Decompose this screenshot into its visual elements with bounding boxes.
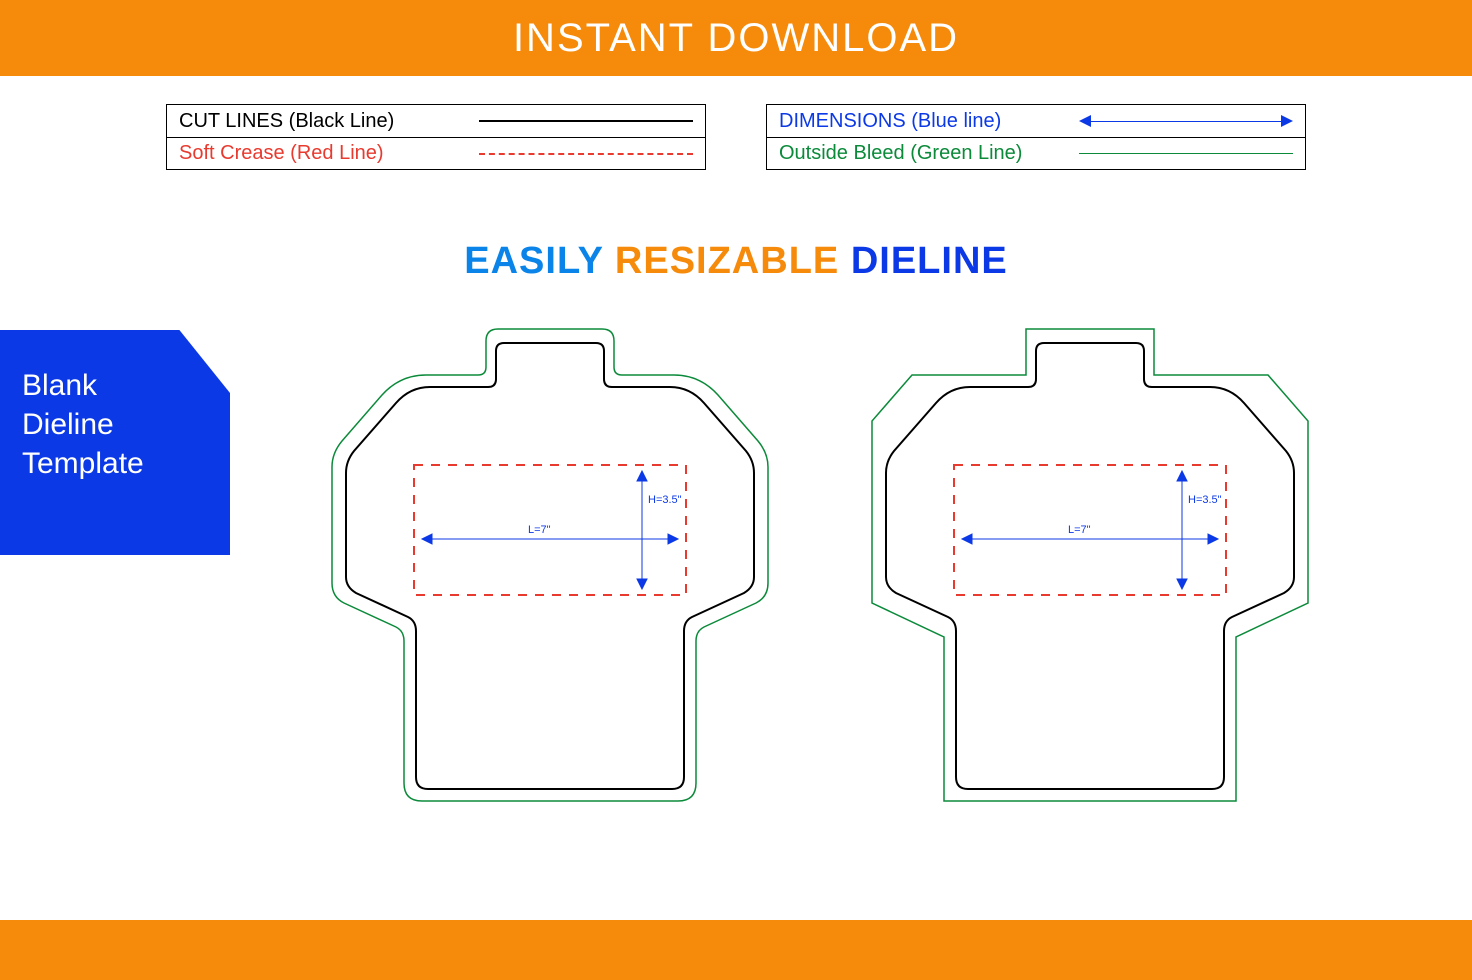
dim-height-label: H=3.5" (648, 494, 682, 506)
bleed-outline-icon (332, 329, 768, 801)
dieline-right: L=7" H=3.5" (870, 325, 1310, 805)
dimension-height (637, 471, 647, 589)
legend-label-dim: DIMENSIONS (Blue line) (779, 110, 1079, 133)
legend-label-crease: Soft Crease (Red Line) (179, 142, 479, 165)
subtitle-word-3: DIELINE (851, 240, 1008, 282)
side-badge-line2: Dieline (22, 408, 114, 441)
subtitle: EASILY RESIZABLE DIELINE (0, 240, 1472, 283)
top-banner: INSTANT DOWNLOAD (0, 0, 1472, 76)
legend-sample-dim (1079, 105, 1293, 137)
legend-left: CUT LINES (Black Line) Soft Crease (Red … (166, 104, 706, 170)
legend-sample-crease (479, 138, 693, 169)
dimension-height (1177, 471, 1187, 589)
legend-sample-cut (479, 105, 693, 137)
side-badge-line1: Blank (22, 369, 97, 402)
legend-label-cut: CUT LINES (Black Line) (179, 110, 479, 133)
dim-length-label: L=7" (528, 524, 551, 536)
cut-outline-icon (346, 343, 754, 789)
cut-outline-icon (886, 343, 1294, 789)
legend-label-bleed: Outside Bleed (Green Line) (779, 142, 1079, 165)
dim-height-label: H=3.5" (1188, 494, 1222, 506)
bottom-banner (0, 920, 1472, 980)
bleed-outline-icon (872, 329, 1308, 801)
legend-right: DIMENSIONS (Blue line) Outside Bleed (Gr… (766, 104, 1306, 170)
dieline-left: L=7" H=3.5" (330, 325, 770, 805)
dim-length-label: L=7" (1068, 524, 1091, 536)
legend-row-dim: DIMENSIONS (Blue line) (767, 105, 1305, 137)
side-badge-line3: Template (22, 447, 144, 480)
legend-row-crease: Soft Crease (Red Line) (167, 137, 705, 169)
side-badge: Blank Dieline Template (0, 330, 230, 555)
legend-row-bleed: Outside Bleed (Green Line) (767, 137, 1305, 169)
legend: CUT LINES (Black Line) Soft Crease (Red … (0, 104, 1472, 170)
diagrams: L=7" H=3.5" L=7" H=3.5" (330, 325, 1310, 805)
legend-sample-bleed (1079, 138, 1293, 169)
subtitle-word-2: RESIZABLE (615, 240, 839, 282)
legend-row-cut: CUT LINES (Black Line) (167, 105, 705, 137)
subtitle-word-1: EASILY (464, 240, 603, 282)
top-banner-text: INSTANT DOWNLOAD (513, 16, 959, 61)
